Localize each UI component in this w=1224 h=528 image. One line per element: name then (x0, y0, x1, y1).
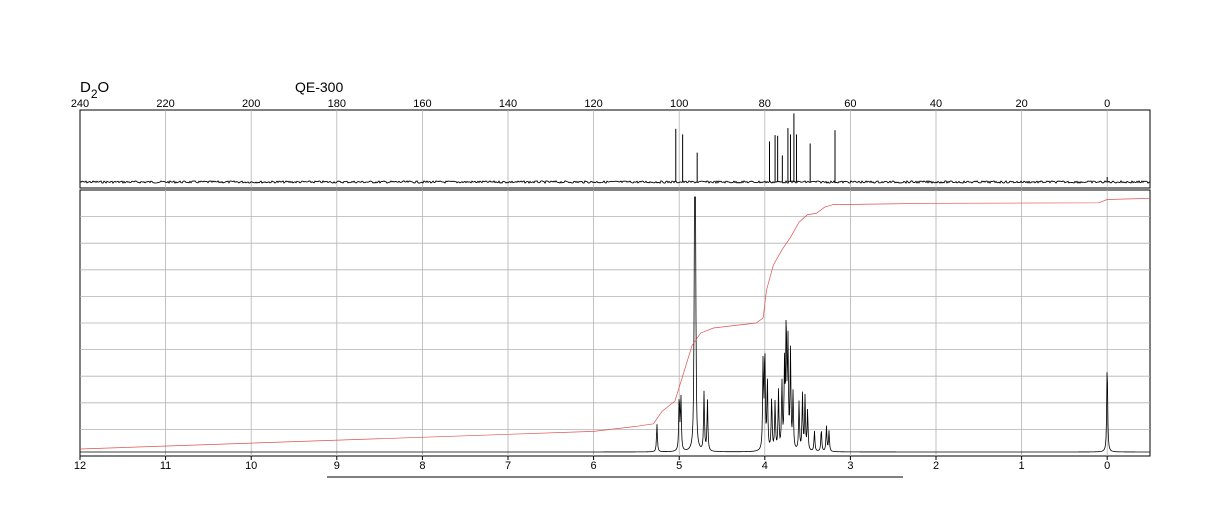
c13-tick-label: 220 (156, 98, 174, 110)
instrument-label: QE-300 (295, 79, 343, 95)
h1-tick-label: 6 (591, 460, 597, 472)
c13-tick-label: 160 (413, 98, 431, 110)
h1-spectrum-line (80, 196, 1150, 453)
h1-tick-label: 8 (419, 460, 425, 472)
h1-tick-label: 3 (847, 460, 853, 472)
c13-tick-label: 20 (1015, 98, 1027, 110)
c13-tick-label: 40 (930, 98, 942, 110)
h1-tick-label: 0 (1104, 460, 1110, 472)
c13-tick-label: 180 (328, 98, 346, 110)
h1-tick-label: 5 (676, 460, 682, 472)
h1-tick-label: 12 (74, 460, 86, 472)
c13-spectrum-panel: 240 220 200 180 160 140 120 100 80 60 40 20 0 (71, 98, 1151, 189)
c13-baseline-noise (79, 180, 1151, 185)
h1-tick-label: 2 (933, 460, 939, 472)
c13-tick-label: 200 (242, 98, 260, 110)
h1-spectrum-panel: 12 11 10 9 8 7 6 5 4 3 2 1 0 (74, 189, 1151, 472)
c13-tick-label: 60 (844, 98, 856, 110)
h1-tick-label: 10 (245, 460, 257, 472)
h1-tick-label: 9 (334, 460, 340, 472)
c13-tick-label: 120 (584, 98, 602, 110)
h1-tick-label: 7 (505, 460, 511, 472)
c13-tick-label: 100 (670, 98, 688, 110)
c13-frame (79, 109, 1151, 189)
h1-tick-label: 4 (762, 460, 768, 472)
c13-tick-label: 80 (759, 98, 771, 110)
h1-integral-curve (79, 197, 1151, 450)
h1-tick-label: 1 (1019, 460, 1025, 472)
h1-tick-label: 11 (160, 460, 171, 472)
header: D2O QE-300 (80, 79, 343, 101)
nmr-spectrum-chart: D2O QE-300 240 220 200 180 160 140 120 100 80 60 4… (71, 79, 1151, 478)
c13-tick-label: 240 (71, 98, 89, 110)
c13-tick-label: 140 (499, 98, 517, 110)
c13-tick-label: 0 (1104, 98, 1110, 110)
